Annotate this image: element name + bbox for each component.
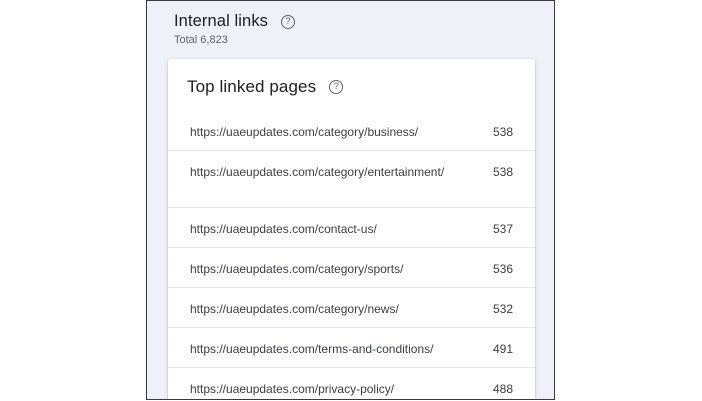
link-count: 536 [492, 262, 513, 276]
page-url[interactable]: https://uaeupdates.com/category/entertai… [190, 164, 446, 180]
table-row[interactable]: https://uaeupdates.com/terms-and-conditi… [168, 328, 535, 368]
help-icon[interactable]: ? [329, 79, 344, 94]
table-row[interactable]: https://uaeupdates.com/category/sports/ … [168, 248, 535, 288]
table-row[interactable]: https://uaeupdates.com/category/news/ 53… [168, 288, 535, 328]
card-title-row: Top linked pages ? [168, 59, 535, 97]
page-url[interactable]: https://uaeupdates.com/privacy-policy/ [190, 381, 446, 397]
table-row[interactable]: https://uaeupdates.com/category/business… [168, 111, 535, 151]
link-count: 491 [492, 342, 513, 356]
link-count: 532 [492, 302, 513, 316]
top-linked-pages-card: Top linked pages ? https://uaeupdates.co… [168, 59, 535, 399]
total-count: Total 6,823 [174, 34, 228, 46]
link-count: 538 [492, 125, 513, 139]
page-url[interactable]: https://uaeupdates.com/terms-and-conditi… [190, 341, 446, 357]
help-icon[interactable]: ? [281, 14, 296, 29]
page-url[interactable]: https://uaeupdates.com/category/business… [190, 124, 446, 140]
page-url[interactable]: https://uaeupdates.com/category/sports/ [190, 261, 446, 277]
link-count: 537 [492, 222, 513, 236]
section-title-row: Internal links ? [174, 12, 296, 31]
link-count: 488 [492, 382, 513, 396]
section-title: Internal links [174, 12, 269, 30]
page-url[interactable]: https://uaeupdates.com/category/news/ [190, 301, 446, 317]
link-count: 538 [492, 165, 513, 179]
internal-links-header: Internal links ? Total 6,823 [174, 12, 296, 46]
card-title: Top linked pages [187, 76, 317, 96]
table-row[interactable]: https://uaeupdates.com/contact-us/ 537 [168, 208, 535, 248]
linked-pages-table: https://uaeupdates.com/category/business… [168, 111, 535, 399]
table-row[interactable]: https://uaeupdates.com/category/entertai… [168, 151, 535, 208]
report-panel: Internal links ? Total 6,823 Top linked … [146, 0, 555, 400]
page-url[interactable]: https://uaeupdates.com/contact-us/ [190, 221, 446, 237]
table-row[interactable]: https://uaeupdates.com/privacy-policy/ 4… [168, 368, 535, 399]
